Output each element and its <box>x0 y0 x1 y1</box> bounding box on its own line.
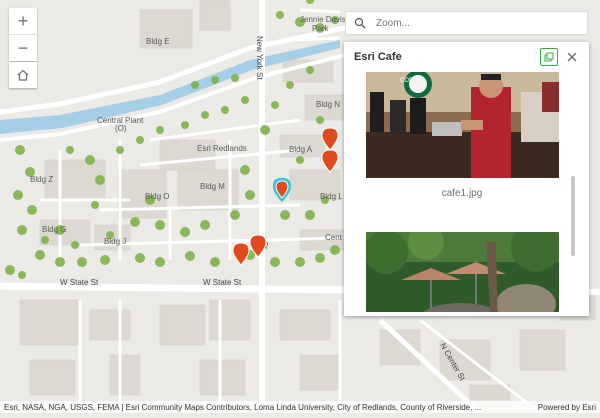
dock-button[interactable] <box>540 48 558 66</box>
popup-header: Esri Cafe <box>344 42 589 72</box>
popup-scrollbar[interactable] <box>571 176 575 256</box>
cafe-photo-2[interactable] <box>366 232 559 312</box>
zoom-in-button[interactable]: + <box>9 8 37 34</box>
label-bldg-n: Bldg N <box>316 100 340 109</box>
home-button[interactable] <box>9 62 37 88</box>
powered-by-link[interactable]: Powered by Esri <box>538 403 600 412</box>
label-w-state-st-mid: W State St <box>203 278 242 287</box>
cafe-photo-2-image <box>366 232 559 312</box>
zoom-out-button[interactable]: − <box>9 34 37 61</box>
cafe-photo-1-image: COFFE <box>366 72 559 178</box>
search-input[interactable] <box>374 16 578 30</box>
popup-content[interactable]: COFFE cafe1.jpg <box>344 72 589 312</box>
label-bldg-a: Bldg A <box>289 145 313 154</box>
photo-sign-text: COFFE <box>400 78 420 84</box>
label-new-york-st: New York St <box>255 36 264 80</box>
attribution-text: Esri, NASA, NGA, USGS, FEMA | Esri Commu… <box>4 402 482 412</box>
label-bldg-m: Bldg M <box>200 182 225 191</box>
label-bldg-j: Bldg J <box>104 237 126 246</box>
label-bldg-l: Bldg L <box>320 192 343 201</box>
close-icon <box>567 52 577 62</box>
label-cent: Cent <box>325 233 343 242</box>
popup-title: Esri Cafe <box>354 51 402 63</box>
label-bldg-z: Bldg Z <box>30 175 53 184</box>
home-icon <box>17 69 29 81</box>
feature-popup: Esri Cafe COFFE cafe1.jpg <box>344 42 589 316</box>
dock-icon <box>544 52 554 62</box>
attribution-bar: Esri, NASA, NGA, USGS, FEMA | Esri Commu… <box>0 401 600 413</box>
label-bldg-o: Bldg O <box>145 192 169 201</box>
cafe-photo-1[interactable]: COFFE <box>366 72 559 178</box>
zoom-controls: + − <box>9 8 37 61</box>
close-button[interactable] <box>566 51 578 63</box>
label-w-state-st-left: W State St <box>60 278 99 287</box>
label-bldg-g: Bldg G <box>42 225 66 234</box>
label-bldg-e: Bldg E <box>146 37 170 46</box>
label-central-plant-o: (O) <box>115 124 127 133</box>
label-jennie-davis: Jennie Davis <box>300 15 346 24</box>
label-park: Park <box>312 24 329 33</box>
search-widget <box>345 11 588 35</box>
search-icon <box>354 17 370 29</box>
label-esri-redlands: Esri Redlands <box>197 144 247 153</box>
photo-caption: cafe1.jpg <box>441 188 483 199</box>
